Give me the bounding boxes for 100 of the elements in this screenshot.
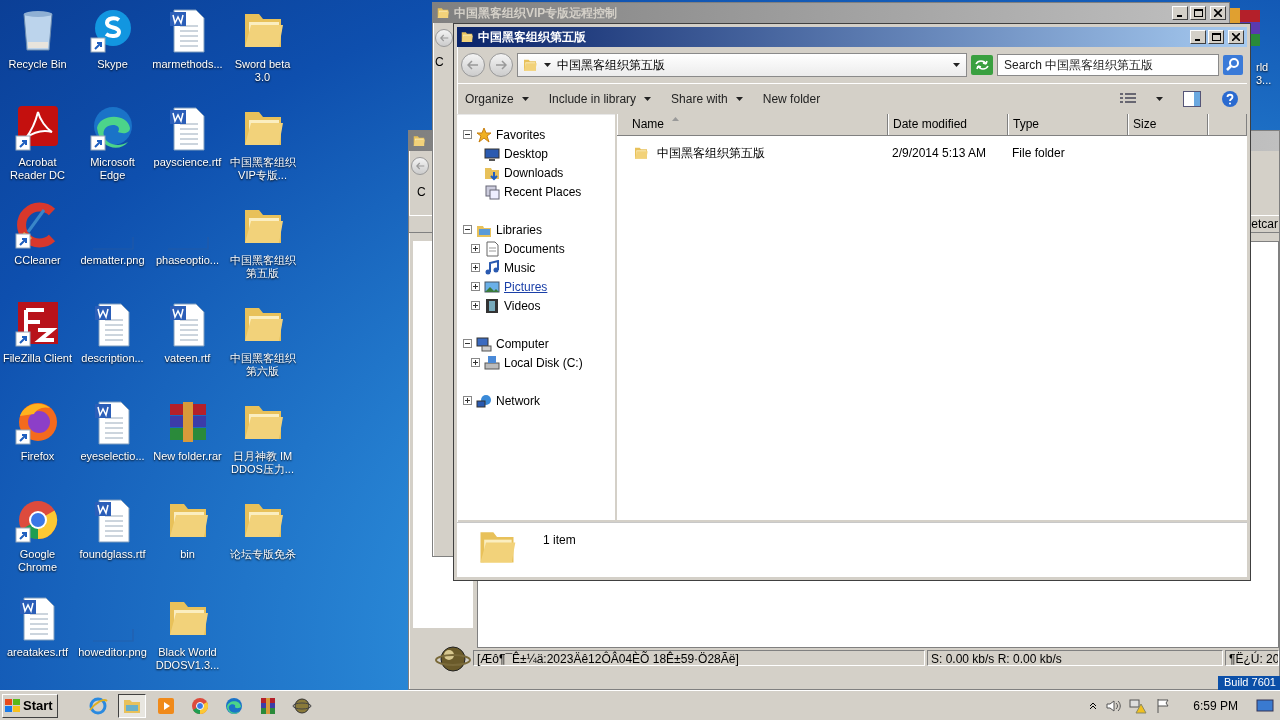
column-header[interactable]: Date modified [888,114,1008,135]
tree-item[interactable]: Favorites [457,125,615,144]
maximize-icon [1193,9,1203,17]
start-button[interactable]: Start [2,693,58,718]
chevron-up-icon[interactable] [1089,701,1098,710]
desktop-shortcut[interactable]: Google Chrome [0,496,75,594]
collapse-icon[interactable] [463,130,472,139]
show-desktop-icon[interactable] [1256,697,1274,714]
tree-item[interactable]: Recent Places [457,182,615,201]
caret-icon [1156,97,1163,101]
desktop-shortcut[interactable]: dematter.png [75,202,150,300]
column-header[interactable]: Type [1008,114,1128,135]
date-cell-text: 2/9/2014 5:13 AM [891,146,988,160]
desktop-shortcut[interactable]: Sword beta 3.0 [225,6,300,104]
desktop-shortcut[interactable]: payscience.rtf [150,104,225,202]
collapse-icon[interactable] [463,225,472,234]
column-header[interactable]: Size [1128,114,1208,135]
file-row[interactable]: 中国黑客组织第五版 2/9/2014 5:13 AM File folder [617,143,1247,163]
tree-item[interactable]: Pictures [457,277,615,296]
globe-icon [291,695,312,716]
desktop-shortcut[interactable]: 日月神教 IM DDOS压力... [225,398,300,496]
desktop-shortcut[interactable]: phaseoptio... [150,202,225,300]
tree-item[interactable]: Videos [457,296,615,315]
tree-item[interactable]: Libraries [457,220,615,239]
collapse-icon[interactable] [463,339,472,348]
desktop-shortcut[interactable]: areatakes.rtf [0,594,75,692]
address-bar[interactable]: 中国黑客组织第五版 [517,53,967,77]
label-text: C [435,55,444,69]
pictures-icon [484,278,500,295]
window-title: 中国黑客组织VIP专版远程控制 [454,4,619,22]
desktop-shortcut[interactable]: 论坛专版免杀 [225,496,300,594]
toolbar-button[interactable]: Include in library [548,92,652,106]
view-list-icon[interactable] [1120,92,1136,106]
clock[interactable]: 6:59 PM [1193,698,1238,713]
speaker-icon[interactable] [1105,697,1122,714]
expand-icon[interactable] [471,263,480,272]
desktop-shortcut[interactable]: Acrobat Reader DC [0,104,75,202]
status-bar-text: [Æô¶¯Ê±¼ä:2023Äê12ÔÂ04ÈÕ 18Ê±59·Ö28Ãë] [473,650,925,666]
tree-item[interactable]: Network [457,391,615,410]
toolbar-button[interactable]: New folder [762,92,821,106]
browser-icon [189,695,210,716]
tree-item[interactable]: Computer [457,334,615,353]
desktop-shortcut[interactable]: New folder.rar [150,398,225,496]
item-count: 1 item [543,532,576,549]
folder-icon [412,134,426,148]
desktop-shortcut[interactable]: 中国黑客组织VIP专版... [225,104,300,202]
desktop-shortcut[interactable]: 中国黑客组织第六版 [225,300,300,398]
tree-item[interactable]: Downloads [457,163,615,182]
desktop-shortcut[interactable]: marmethods... [150,6,225,104]
desktop-shortcut[interactable]: Recycle Bin [0,6,75,104]
column-header[interactable]: Name [617,114,888,135]
desktop-shortcut[interactable]: bin [150,496,225,594]
maximize-icon [1211,33,1221,41]
close-icon [1214,9,1222,17]
expand-icon[interactable] [471,282,480,291]
expand-icon[interactable] [463,396,472,405]
desktop-shortcut[interactable]: eyeselectio... [75,398,150,496]
star-icon [476,126,492,143]
search-icon[interactable] [1223,55,1243,75]
recent-places-icon [484,183,500,200]
taskbar-button[interactable] [117,693,146,718]
toolbar-button[interactable]: Share with [671,92,743,106]
status-bar-text: S: 0.00 kb/s R: 0.00 kb/s [927,650,1223,666]
expand-icon[interactable] [471,301,480,310]
minimize-button[interactable] [1190,30,1206,44]
desktop-shortcut[interactable]: FileZilla Client [0,300,75,398]
desktop-shortcut[interactable]: Firefox [0,398,75,496]
folder-icon [460,30,474,44]
tree-item[interactable]: Music [457,258,615,277]
desktop-shortcut[interactable]: vateen.rtf [150,300,225,398]
close-button[interactable] [1228,30,1244,44]
tree-item[interactable]: Desktop [457,144,615,163]
maximize-button[interactable] [1208,30,1224,44]
desktop-shortcut[interactable]: description... [75,300,150,398]
expand-icon[interactable] [471,244,480,253]
caret-icon [521,97,529,101]
desktop-shortcut[interactable]: Skype [75,6,150,104]
help-icon[interactable] [1221,90,1239,108]
flag-icon[interactable] [1155,697,1172,714]
desktop-shortcut[interactable]: 中国黑客组织第五版 [225,202,300,300]
column-header[interactable] [1208,114,1247,135]
desktop-shortcut[interactable]: howeditor.png [75,594,150,692]
caret-icon [953,63,960,67]
drive-icon [484,354,500,371]
preview-pane-icon[interactable] [1183,91,1201,107]
column-header[interactable]: etcar [1250,216,1279,232]
desktop-shortcut[interactable]: Black World DDOSV1.3... [150,594,225,692]
tree-item[interactable]: Local Disk (C:) [457,353,615,372]
caret-icon [644,97,652,101]
desktop-icon-label: rld 3... [1256,61,1273,87]
desktop-shortcut[interactable]: CCleaner [0,202,75,300]
expand-icon[interactable] [471,358,480,367]
network-warning-icon[interactable] [1129,697,1148,714]
tree-item[interactable]: Documents [457,239,615,258]
desktop-shortcut[interactable]: Microsoft Edge [75,104,150,202]
search-field[interactable]: Search 中国黑客组织第五版 [997,54,1219,76]
network-icon [476,392,492,409]
toolbar-button[interactable]: Organize [465,92,529,106]
desktop-shortcut[interactable]: foundglass.rtf [75,496,150,594]
refresh-icon[interactable] [971,55,993,75]
